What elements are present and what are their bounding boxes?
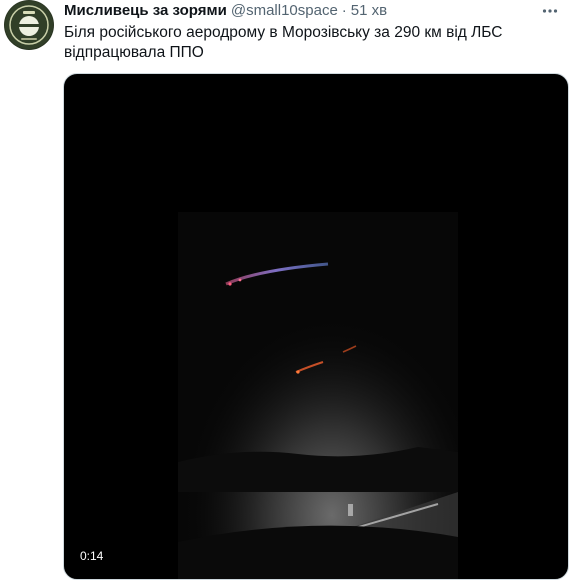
more-horizontal-icon — [542, 9, 558, 13]
tweet-text: Біля російського аеродрому в Морозівську… — [64, 23, 534, 63]
video-duration-badge: 0:14 — [76, 548, 108, 565]
video-player[interactable]: 0:14 — [63, 73, 569, 580]
avatar-emblem-icon — [5, 1, 53, 49]
user-handle[interactable]: @small10space — [231, 1, 338, 20]
tweet-text-line: відпрацювала ППО — [64, 44, 204, 61]
video-frame — [178, 212, 458, 579]
avatar[interactable] — [4, 0, 54, 50]
timestamp[interactable]: 51 хв — [351, 1, 387, 20]
display-name[interactable]: Мисливець за зорями — [64, 1, 227, 20]
tweet[interactable]: Мисливець за зорями @small10space · 51 х… — [0, 0, 569, 584]
tweet-text-line: Біля російського аеродрому в Морозівську… — [64, 24, 503, 41]
more-options-button[interactable] — [539, 0, 561, 22]
tweet-header: Мисливець за зорями @small10space · 51 х… — [64, 1, 387, 20]
separator-dot: · — [341, 2, 347, 19]
